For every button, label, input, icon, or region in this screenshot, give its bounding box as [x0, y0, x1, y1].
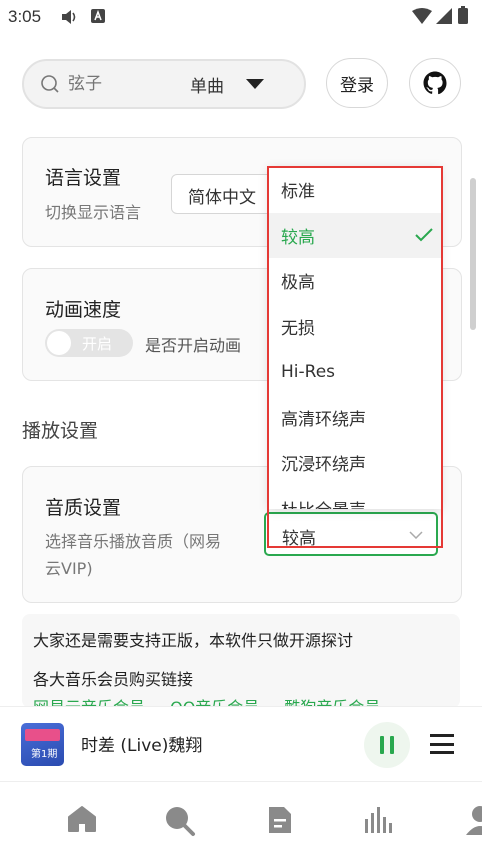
github-button[interactable] [409, 58, 461, 108]
search-input[interactable] [66, 73, 180, 95]
scrollbar[interactable] [470, 178, 476, 330]
cover-banner [25, 729, 60, 741]
search-icon [41, 75, 59, 93]
chart-bars-icon[interactable] [364, 807, 396, 833]
info-line1: 大家还是需要支持正版，本软件只做开源探讨 [33, 631, 354, 650]
info-line2: 各大音乐会员购买链接 [33, 670, 194, 689]
toggle-label: 开启 [82, 335, 113, 353]
quality-title: 音质设置 [45, 497, 122, 519]
animation-title: 动画速度 [45, 299, 122, 321]
document-icon[interactable] [267, 805, 293, 835]
playback-section-title: 播放设置 [22, 420, 99, 442]
pause-button[interactable] [364, 722, 410, 768]
cover-text: 第1期 [31, 749, 58, 760]
track-title: 时差 (Live)魏翔 [81, 736, 203, 756]
quality-subtitle-line2: 云VIP) [45, 559, 93, 578]
volume-icon [62, 10, 76, 24]
toggle-knob [47, 331, 71, 355]
app-notification-icon [91, 9, 105, 23]
album-cover[interactable]: 第1期 [21, 723, 64, 766]
playlist-menu-icon[interactable] [430, 734, 454, 754]
github-icon [423, 71, 447, 95]
highlight-box [267, 166, 443, 548]
language-value: 简体中文 [188, 188, 256, 208]
animation-toggle[interactable]: 开启 [45, 329, 133, 357]
status-time: 3:05 [8, 7, 42, 26]
language-title: 语言设置 [45, 167, 122, 189]
user-icon[interactable] [466, 805, 482, 835]
signal-icon [436, 8, 452, 24]
login-label: 登录 [340, 75, 374, 96]
search-type-label[interactable]: 单曲 [190, 72, 224, 97]
info-panel: 大家还是需要支持正版，本软件只做开源探讨 各大音乐会员购买链接 网易云音乐会员 … [22, 614, 460, 708]
language-subtitle: 切换显示语言 [45, 203, 142, 222]
search-nav-icon[interactable] [164, 805, 196, 837]
wifi-icon [412, 8, 432, 24]
battery-icon [458, 6, 468, 24]
login-button[interactable]: 登录 [326, 58, 388, 108]
animation-description: 是否开启动画 [145, 336, 242, 355]
caret-down-icon[interactable] [246, 79, 264, 89]
quality-subtitle-line1: 选择音乐播放音质（网易 [45, 532, 222, 551]
mini-player[interactable]: 第1期 时差 (Live)魏翔 [0, 706, 482, 781]
pause-icon [380, 736, 394, 754]
search-bar[interactable]: 单曲 [22, 59, 306, 109]
home-icon[interactable] [67, 805, 97, 833]
status-bar: 3:05 [0, 0, 482, 34]
